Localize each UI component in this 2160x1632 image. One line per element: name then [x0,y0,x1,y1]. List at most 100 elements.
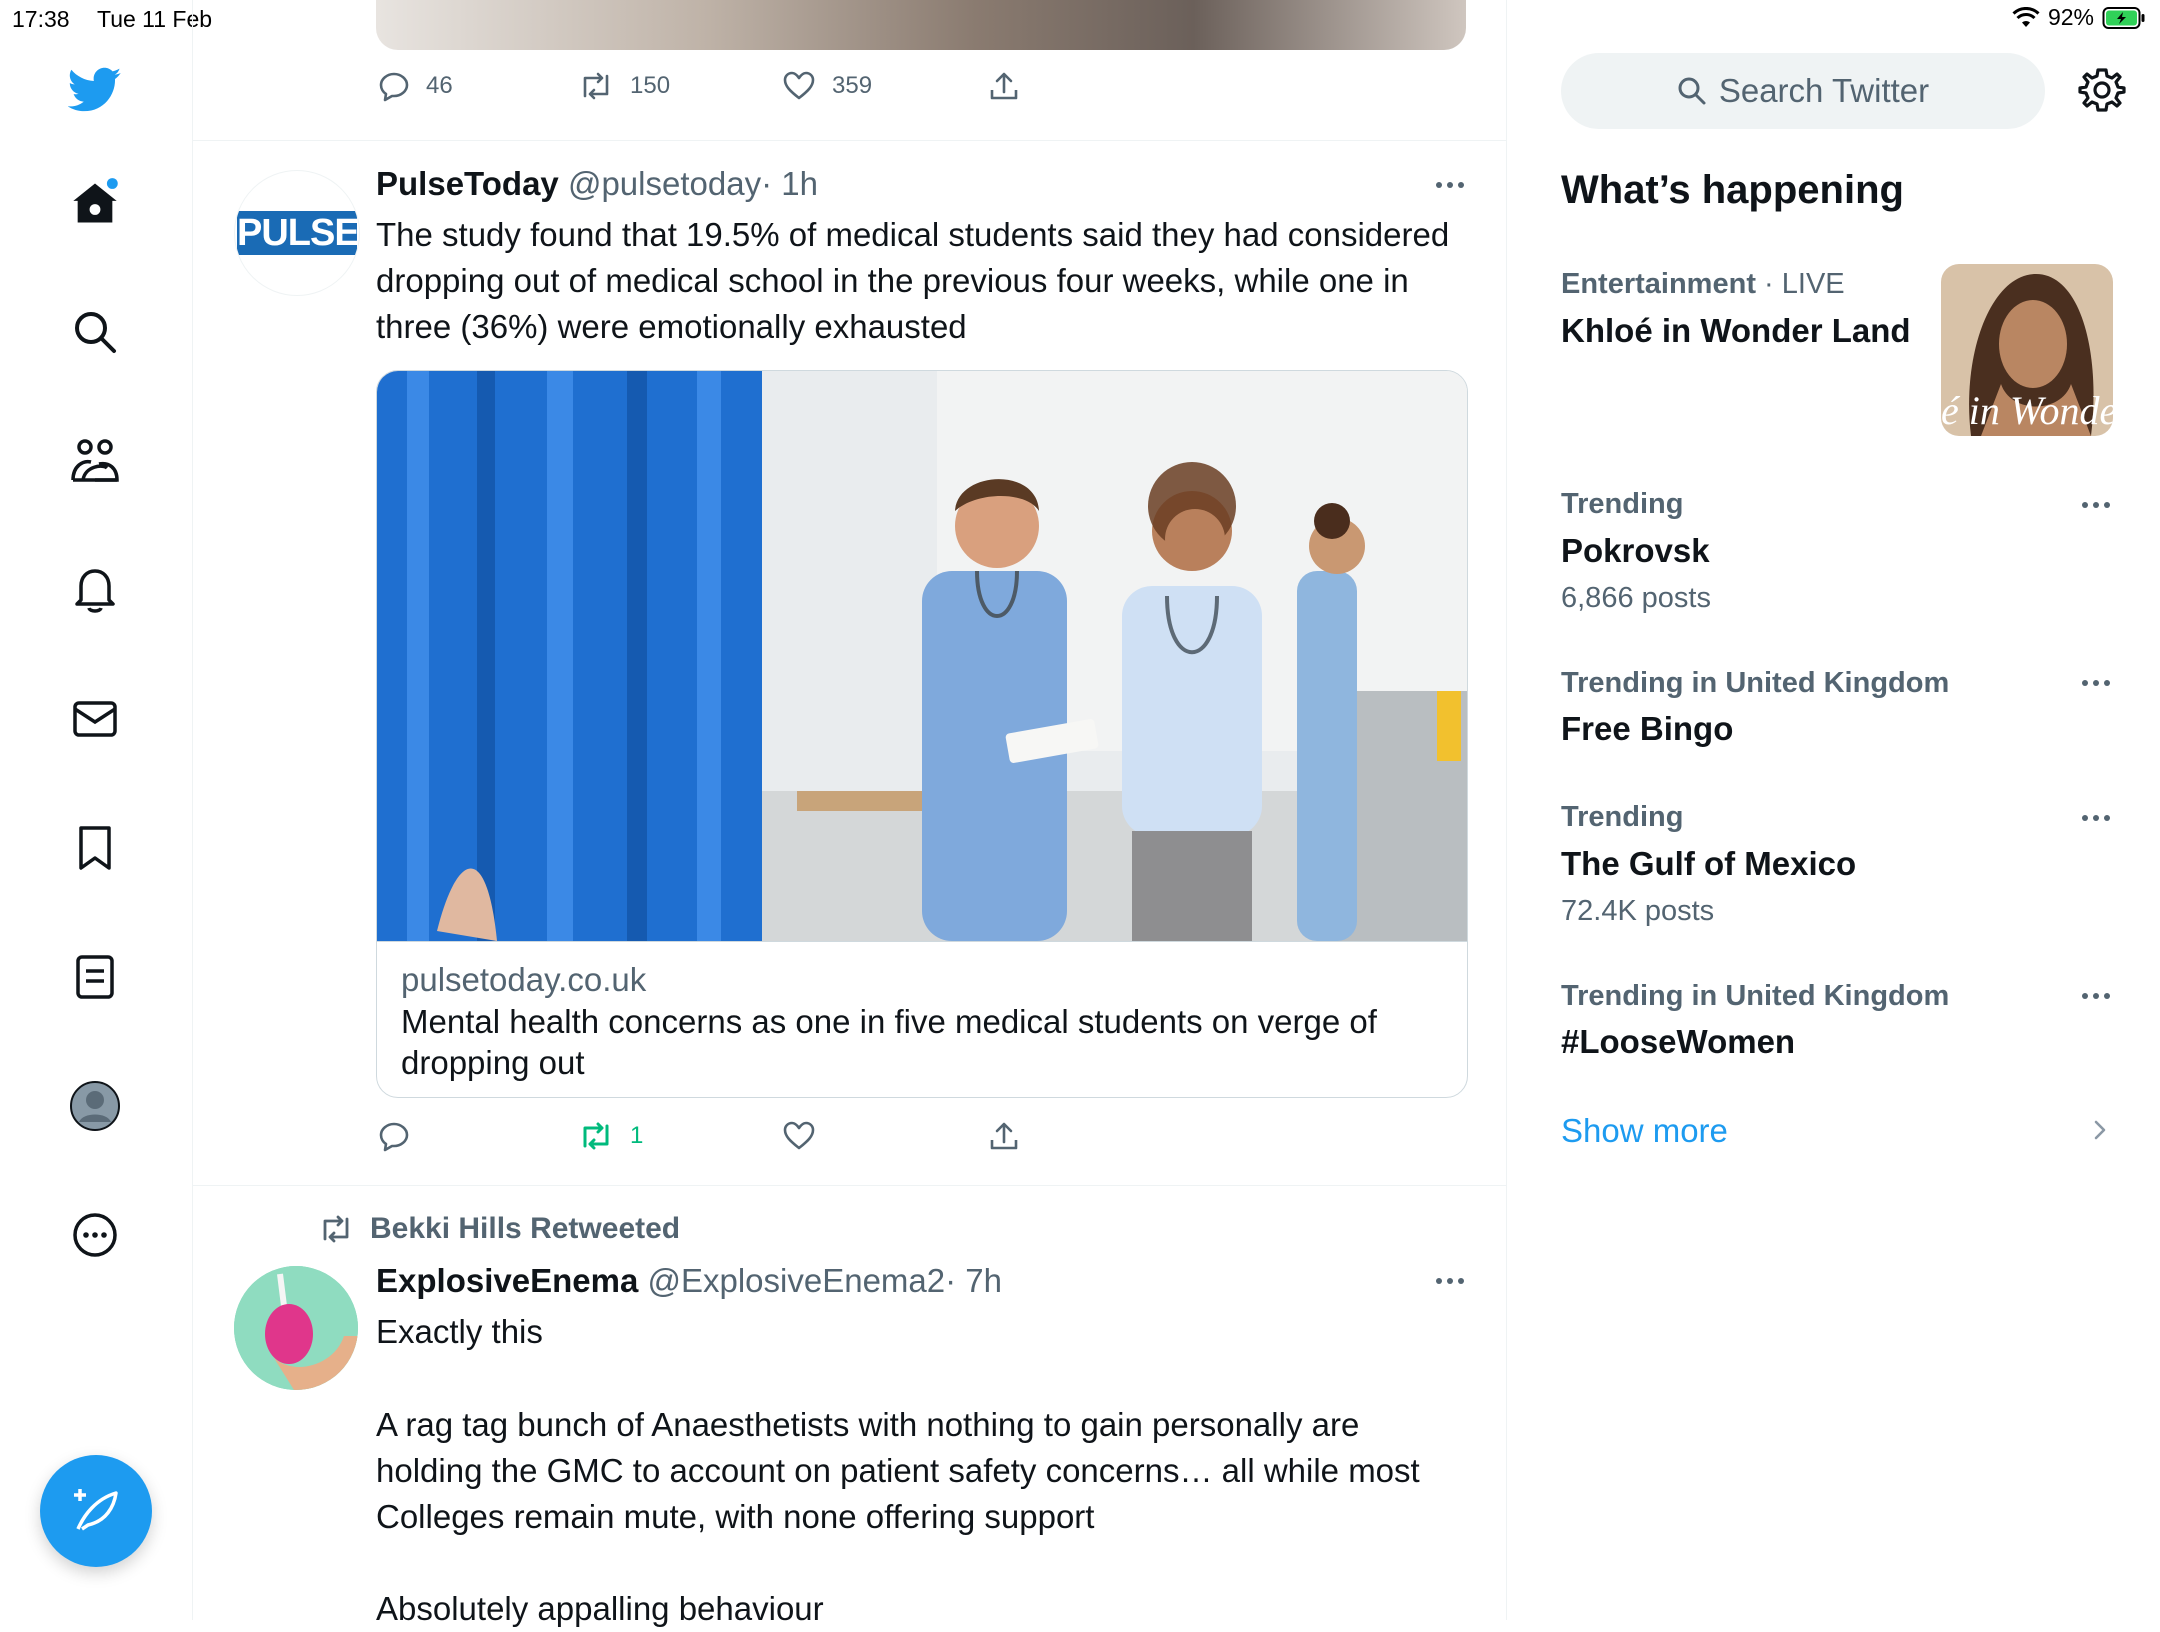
compose-feather-icon [74,1489,118,1531]
reply-button[interactable]: 46 [378,70,453,102]
like-button[interactable]: 359 [782,70,872,102]
heart-icon [783,1121,815,1150]
card-domain: pulsetoday.co.uk [401,961,647,998]
tweet-divider [193,1185,1506,1186]
settings-button[interactable] [2078,66,2126,119]
retweet-count: 150 [630,72,671,99]
nav-profile[interactable] [60,1071,130,1141]
nav-messages[interactable] [60,684,130,754]
card-title: Mental health concerns as one in five me… [401,1003,1377,1081]
nav-notifications[interactable] [60,555,130,625]
link-card[interactable]: pulsetoday.co.uk Mental health concerns … [376,370,1468,1098]
previous-tweet-media[interactable] [376,0,1466,50]
envelope-icon [73,701,117,737]
trend-name: The Gulf of Mexico [1561,845,1857,882]
home-icon [73,178,118,223]
tweet-text-paragraph: A rag tag bunch of Anaesthetists with no… [376,1406,1420,1535]
twitter-logo[interactable] [60,55,130,125]
trend-more-button[interactable] [2082,502,2110,508]
display-name[interactable]: PulseToday [376,165,559,202]
compose-tweet-button[interactable] [40,1455,152,1567]
trend-name: #LooseWomen [1561,1023,1796,1060]
reply-button[interactable] [378,1120,426,1152]
reply-icon [379,72,409,102]
search-placeholder: Search Twitter [1718,72,1930,109]
tweet-header: ExplosiveEnema @ExplosiveEnema2· 7h [376,1262,1002,1300]
column-separator [1506,0,1507,1620]
reply-icon [379,1122,409,1152]
gear-icon [2078,68,2126,112]
retweet-count: 1 [630,1122,644,1149]
live-label: · LIVE [1764,268,1845,300]
retweet-icon [583,1122,609,1150]
primary-navigation [0,0,193,1620]
share-icon [990,72,1018,100]
trend-image: é in Wonder L [1941,264,2113,436]
retweeted-by-text: Bekki Hills Retweeted [370,1212,681,1245]
trend-category: Trending in United Kingdom [1561,980,1950,1012]
trend-name: Free Bingo [1561,710,1734,747]
whats-happening-title: What’s happening [1561,168,1904,212]
trend-category-text: Entertainment [1561,268,1756,300]
tweet-text: The study found that 19.5% of medical st… [376,216,1450,345]
reply-count: 46 [426,72,453,99]
tweet-text-line-3: Absolutely appalling behaviour [376,1590,824,1627]
tweet-more-button[interactable] [1436,1278,1464,1284]
nav-bookmarks[interactable] [60,813,130,883]
like-button[interactable] [782,1120,832,1152]
card-image [377,371,1467,942]
nav-more[interactable] [60,1200,130,1270]
trend-more-button[interactable] [2082,815,2110,821]
trend-category: Trending [1561,488,1684,520]
tweet-divider [193,140,1506,141]
battery-icon [2102,6,2145,29]
bell-icon [75,569,115,613]
retweet-button[interactable]: 1 [578,1120,643,1152]
share-button[interactable] [988,70,1020,102]
display-name[interactable]: ExplosiveEnema [376,1262,638,1299]
khloe-portrait-image: é in Wonder L [1941,264,2113,436]
communities-icon [71,439,119,482]
user-handle[interactable]: @pulsetoday [568,165,761,202]
avatar-icon [70,1081,120,1131]
like-count: 359 [832,72,873,99]
trend-category: Entertainment · LIVE [1561,268,1845,301]
user-handle[interactable]: @ExplosiveEnema2 [647,1262,945,1299]
search-icon [1678,77,1706,105]
bookmark-icon [79,826,111,870]
trend-name: Pokrovsk [1561,532,1710,569]
heart-icon [783,71,815,100]
tweet-time[interactable]: · 7h [945,1262,1002,1299]
tweet-time[interactable]: · 1h [761,165,818,202]
trend-more-button[interactable] [2082,680,2110,686]
share-button[interactable] [988,1120,1020,1152]
retweet-button[interactable]: 150 [578,70,670,102]
search-icon [75,312,116,353]
nav-home[interactable] [60,168,130,238]
retweet-icon [323,1215,349,1243]
trend-post-count: 6,866 posts [1561,582,1711,614]
lists-icon [76,955,114,999]
more-circle-icon [73,1213,117,1257]
wifi-icon [2012,6,2040,27]
trend-category: Trending [1561,801,1684,833]
show-more-link[interactable]: Show more [1561,1112,1728,1150]
tweet-header: PulseToday @pulsetoday· 1h [376,165,818,203]
trend-image-text: é in Wonder L [1941,388,2113,433]
nav-lists[interactable] [60,942,130,1012]
retweet-icon [583,72,609,100]
retweeted-by-line[interactable]: Bekki Hills Retweeted [318,1212,680,1246]
search-box[interactable]: Search Twitter [1561,53,2045,129]
nav-communities[interactable] [60,426,130,496]
tweet-more-button[interactable] [1436,182,1464,188]
chevron-right-icon [2092,1118,2108,1147]
explosiveenema-avatar[interactable] [234,1266,358,1390]
trend-more-button[interactable] [2082,993,2110,999]
battery-percent: 92% [2047,4,2094,30]
trend-post-count: 72.4K posts [1561,895,1715,927]
pulsetoday-avatar[interactable]: PULSE [234,170,360,296]
twitter-bird-icon [68,67,122,112]
nav-explore[interactable] [60,297,130,367]
tweet-text-line-1: Exactly this [376,1313,543,1350]
medical-students-photo [377,371,1467,941]
